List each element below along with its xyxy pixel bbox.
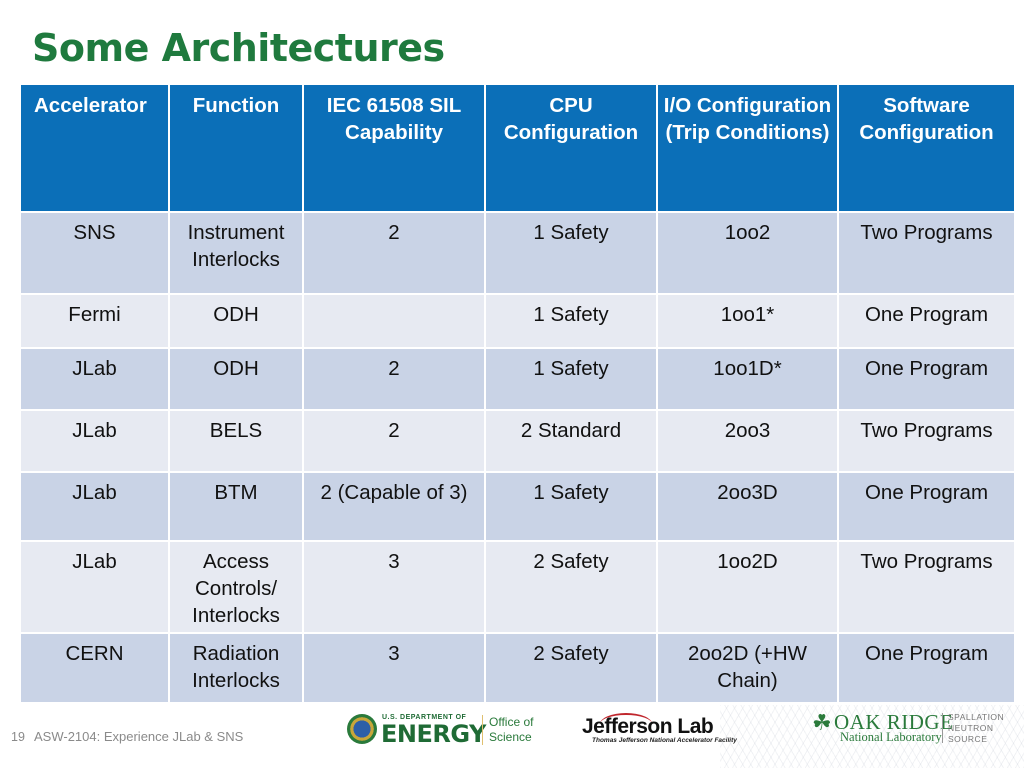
doe-office-of-science-logo: U.S. DEPARTMENT OF ENERGY Office of Scie…	[347, 712, 537, 748]
table-row: Fermi ODH 1 Safety 1oo1* One Program	[21, 295, 1014, 347]
cell-cpu: 2 Safety	[486, 542, 656, 632]
jefferson-lab-logo: Jefferson Lab Thomas Jefferson National …	[582, 713, 762, 747]
header-software-configuration: Software Configuration	[839, 85, 1014, 211]
sns-line-2: NEUTRON	[948, 723, 994, 733]
cell-software: One Program	[839, 473, 1014, 540]
ornl-subtitle: National Laboratory	[840, 730, 942, 744]
header-accelerator: Accelerator	[21, 85, 168, 211]
header-io-configuration: I/O Configuration (Trip Conditions)	[658, 85, 837, 211]
logo-divider	[482, 715, 483, 745]
cell-function: BTM	[170, 473, 302, 540]
logo-divider	[942, 713, 943, 743]
sns-label: SPALLATION NEUTRON SOURCE	[948, 712, 1004, 745]
cell-cpu: 2 Standard	[486, 411, 656, 471]
cell-io: 1oo1D*	[658, 349, 837, 409]
doe-energy-label: ENERGY	[381, 720, 486, 748]
cell-io: 2oo3	[658, 411, 837, 471]
cell-function: Access Controls/ Interlocks	[170, 542, 302, 632]
cell-accelerator: SNS	[21, 213, 168, 293]
cell-software: One Program	[839, 295, 1014, 347]
table-row: JLab ODH 2 1 Safety 1oo1D* One Program	[21, 349, 1014, 409]
cell-function: ODH	[170, 349, 302, 409]
cell-accelerator: JLab	[21, 411, 168, 471]
cell-sil: 2	[304, 411, 484, 471]
office-line-1: Office of	[489, 715, 534, 729]
header-cpu-configuration: CPU Configuration	[486, 85, 656, 211]
header-sil-capability: IEC 61508 SIL Capability	[304, 85, 484, 211]
cell-cpu: 2 Safety	[486, 634, 656, 702]
cell-sil: 3	[304, 634, 484, 702]
cell-cpu: 1 Safety	[486, 213, 656, 293]
header-function: Function	[170, 85, 302, 211]
cell-sil: 2 (Capable of 3)	[304, 473, 484, 540]
cell-io: 2oo2D (+HW Chain)	[658, 634, 837, 702]
doe-seal-icon	[347, 714, 377, 744]
sns-line-3: SOURCE	[948, 734, 988, 744]
table-row: SNS Instrument Interlocks 2 1 Safety 1oo…	[21, 213, 1014, 293]
table-row: JLab BELS 2 2 Standard 2oo3 Two Programs	[21, 411, 1014, 471]
cell-function: ODH	[170, 295, 302, 347]
cell-io: 1oo1*	[658, 295, 837, 347]
table-row: CERN Radiation Interlocks 3 2 Safety 2oo…	[21, 634, 1014, 702]
oak-ridge-sns-logo: ☘ OAK RIDGE National Laboratory SPALLATI…	[812, 710, 1012, 748]
cell-function: Instrument Interlocks	[170, 213, 302, 293]
cell-io: 1oo2D	[658, 542, 837, 632]
slide-number: 19	[11, 730, 25, 744]
jlab-name: Jefferson Lab	[582, 715, 714, 738]
cell-cpu: 1 Safety	[486, 295, 656, 347]
cell-cpu: 1 Safety	[486, 349, 656, 409]
oak-leaf-icon: ☘	[812, 710, 832, 735]
cell-software: Two Programs	[839, 411, 1014, 471]
cell-io: 2oo3D	[658, 473, 837, 540]
cell-io: 1oo2	[658, 213, 837, 293]
cell-accelerator: Fermi	[21, 295, 168, 347]
cell-accelerator: JLab	[21, 349, 168, 409]
doe-office-label: Office of Science	[489, 715, 533, 745]
office-line-2: Science	[489, 730, 532, 744]
cell-software: Two Programs	[839, 213, 1014, 293]
footer-text: ASW-2104: Experience JLab & SNS	[34, 729, 244, 744]
table-row: JLab BTM 2 (Capable of 3) 1 Safety 2oo3D…	[21, 473, 1014, 540]
architectures-table: Accelerator Function IEC 61508 SIL Capab…	[19, 83, 1016, 704]
cell-software: Two Programs	[839, 542, 1014, 632]
cell-sil	[304, 295, 484, 347]
table-row: JLab Access Controls/ Interlocks 3 2 Saf…	[21, 542, 1014, 632]
cell-sil: 3	[304, 542, 484, 632]
cell-accelerator: JLab	[21, 473, 168, 540]
jlab-subtitle: Thomas Jefferson National Accelerator Fa…	[592, 737, 737, 744]
cell-sil: 2	[304, 349, 484, 409]
cell-software: One Program	[839, 349, 1014, 409]
slide-title: Some Architectures	[32, 26, 445, 70]
cell-accelerator: CERN	[21, 634, 168, 702]
cell-function: Radiation Interlocks	[170, 634, 302, 702]
sns-line-1: SPALLATION	[948, 712, 1005, 722]
cell-sil: 2	[304, 213, 484, 293]
table-header-row: Accelerator Function IEC 61508 SIL Capab…	[21, 85, 1014, 211]
cell-cpu: 1 Safety	[486, 473, 656, 540]
cell-function: BELS	[170, 411, 302, 471]
cell-software: One Program	[839, 634, 1014, 702]
cell-accelerator: JLab	[21, 542, 168, 632]
